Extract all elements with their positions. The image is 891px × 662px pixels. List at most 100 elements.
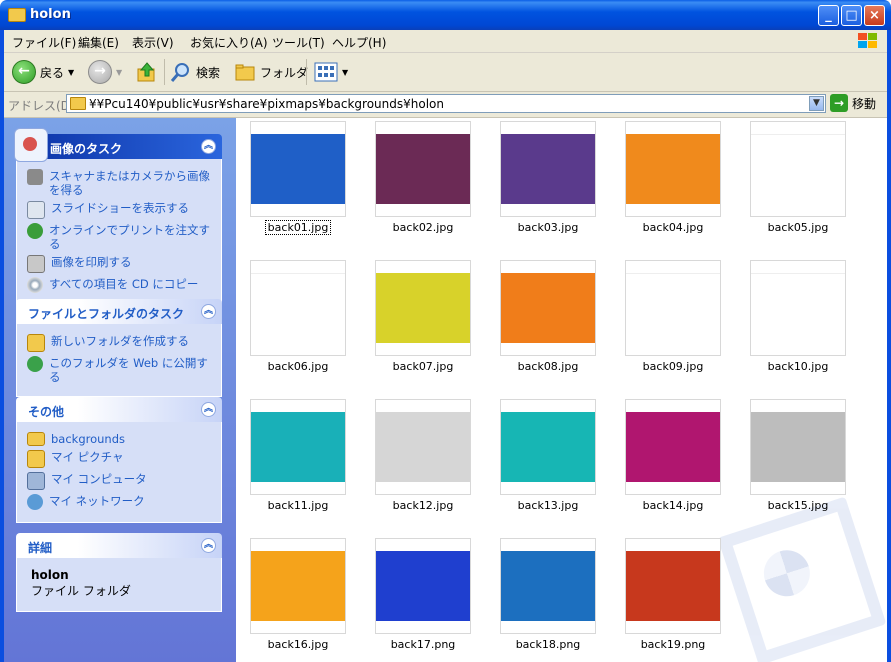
thumbnail-image <box>626 412 720 482</box>
file-thumbnail[interactable]: back02.jpg <box>363 121 483 234</box>
other-places-body: backgrounds マイ ピクチャ マイ コンピュータ マイ ネットワーク <box>16 422 222 523</box>
file-thumbnail[interactable]: back13.jpg <box>488 399 608 512</box>
thumbnail-image <box>501 551 595 621</box>
place-backgrounds[interactable]: backgrounds <box>27 432 211 446</box>
image-tasks-title: 画像のタスク <box>50 142 123 156</box>
file-tasks-header[interactable]: ファイルとフォルダのタスク ︽ <box>16 299 222 324</box>
my-computer-icon <box>27 472 45 490</box>
file-thumbnail[interactable]: back16.jpg <box>238 538 358 651</box>
thumbnail-frame[interactable] <box>625 538 721 634</box>
thumbnail-frame[interactable] <box>500 399 596 495</box>
menu-view[interactable]: 表示(V) <box>132 34 174 51</box>
file-thumbnail[interactable]: back17.png <box>363 538 483 651</box>
thumbnail-image <box>626 273 720 344</box>
views-button[interactable]: ▼ <box>314 60 348 84</box>
forward-button[interactable]: → ▼ <box>88 60 122 84</box>
menu-favorites[interactable]: お気に入り(A) <box>190 34 268 51</box>
collapse-icon[interactable]: ︽ <box>201 538 216 553</box>
task-new-folder[interactable]: 新しいフォルダを作成する <box>27 334 211 352</box>
task-copy-to-cd[interactable]: すべての項目を CD にコピー <box>27 277 211 293</box>
thumbnail-frame[interactable] <box>625 121 721 217</box>
file-thumbnail[interactable]: back11.jpg <box>238 399 358 512</box>
file-thumbnail[interactable]: back08.jpg <box>488 260 608 373</box>
task-get-from-camera[interactable]: スキャナまたはカメラから画像を得る <box>27 169 211 197</box>
task-label: スライドショーを表示する <box>51 201 189 215</box>
thumbnail-frame[interactable] <box>375 538 471 634</box>
go-button[interactable]: → 移動 <box>830 94 876 112</box>
address-label: アドレス(D) <box>8 99 75 113</box>
up-folder-button[interactable] <box>136 60 158 84</box>
file-thumbnail[interactable]: back07.jpg <box>363 260 483 373</box>
task-print-images[interactable]: 画像を印刷する <box>27 255 211 273</box>
minimize-button[interactable]: _ <box>818 5 839 26</box>
file-thumbnail[interactable]: back18.png <box>488 538 608 651</box>
menu-help[interactable]: ヘルプ(H) <box>332 34 386 51</box>
other-places-header[interactable]: その他 ︽ <box>16 397 222 422</box>
address-input[interactable]: ¥¥Pcu140¥public¥usr¥share¥pixmaps¥backgr… <box>66 94 826 113</box>
file-view[interactable]: back01.jpg back02.jpg back03.jpg back04.jpg… <box>236 118 887 662</box>
task-slideshow[interactable]: スライドショーを表示する <box>27 201 211 219</box>
printer-icon <box>27 255 45 273</box>
place-my-network[interactable]: マイ ネットワーク <box>27 494 211 510</box>
slideshow-icon <box>27 201 45 219</box>
thumbnail-image <box>751 273 845 344</box>
back-button[interactable]: ← 戻る ▼ <box>12 60 74 84</box>
folders-button[interactable]: フォルダ <box>234 60 308 84</box>
address-path[interactable]: ¥¥Pcu140¥public¥usr¥share¥pixmaps¥backgr… <box>89 97 444 111</box>
thumbnail-frame[interactable] <box>750 121 846 217</box>
thumbnail-frame[interactable] <box>625 260 721 356</box>
thumbnail-image <box>501 273 595 343</box>
thumbnail-frame[interactable] <box>750 260 846 356</box>
thumbnail-frame[interactable] <box>250 121 346 217</box>
thumbnail-frame[interactable] <box>250 260 346 356</box>
file-thumbnail[interactable]: back15.jpg <box>738 399 858 512</box>
file-thumbnail[interactable]: back14.jpg <box>613 399 733 512</box>
details-header[interactable]: 詳細 ︽ <box>16 533 222 558</box>
task-label: スキャナまたはカメラから画像を得る <box>49 169 210 197</box>
thumbnail-frame[interactable] <box>500 260 596 356</box>
menu-file[interactable]: ファイル(F) <box>12 34 76 51</box>
thumbnail-frame[interactable] <box>250 538 346 634</box>
close-button[interactable]: × <box>864 5 885 26</box>
file-thumbnail[interactable]: back05.jpg <box>738 121 858 234</box>
thumbnail-frame[interactable] <box>500 538 596 634</box>
thumbnail-frame[interactable] <box>250 399 346 495</box>
image-tasks-icon <box>14 128 48 162</box>
title-bar[interactable]: holon _ □ × <box>0 0 891 30</box>
maximize-button[interactable]: □ <box>841 5 862 26</box>
collapse-icon[interactable]: ︽ <box>201 402 216 417</box>
file-thumbnail[interactable]: back06.jpg <box>238 260 358 373</box>
file-thumbnail[interactable]: back04.jpg <box>613 121 733 234</box>
place-label: マイ ネットワーク <box>49 494 145 508</box>
image-tasks-header[interactable]: 画像のタスク ︽ <box>14 128 222 162</box>
menu-tools[interactable]: ツール(T) <box>272 34 325 51</box>
collapse-icon[interactable]: ︽ <box>201 139 216 154</box>
menu-edit[interactable]: 編集(E) <box>78 34 119 51</box>
thumbnail-frame[interactable] <box>750 399 846 495</box>
thumbnail-frame[interactable] <box>375 121 471 217</box>
task-publish-web[interactable]: このフォルダを Web に公開する <box>27 356 211 384</box>
thumbnail-frame[interactable] <box>375 399 471 495</box>
search-button[interactable]: 検索 <box>170 60 220 84</box>
file-thumbnail[interactable]: back09.jpg <box>613 260 733 373</box>
place-my-pictures[interactable]: マイ ピクチャ <box>27 450 211 468</box>
folder-icon <box>70 97 86 110</box>
address-dropdown-icon[interactable]: ▼ <box>809 96 824 111</box>
file-thumbnail[interactable]: back01.jpg <box>238 121 358 235</box>
file-thumbnail[interactable]: back10.jpg <box>738 260 858 373</box>
thumbnail-frame[interactable] <box>500 121 596 217</box>
folder-icon <box>8 8 26 22</box>
back-dropdown-icon[interactable]: ▼ <box>68 68 74 77</box>
file-thumbnail[interactable]: back03.jpg <box>488 121 608 234</box>
place-my-computer[interactable]: マイ コンピュータ <box>27 472 211 490</box>
file-thumbnail[interactable]: back19.png <box>613 538 733 651</box>
forward-dropdown-icon[interactable]: ▼ <box>116 68 122 77</box>
thumbnail-frame[interactable] <box>375 260 471 356</box>
window-title: holon <box>30 7 71 22</box>
file-thumbnail[interactable]: back12.jpg <box>363 399 483 512</box>
task-order-prints[interactable]: オンラインでプリントを注文する <box>27 223 211 251</box>
views-dropdown-icon[interactable]: ▼ <box>342 68 348 77</box>
file-name-label: back16.jpg <box>267 638 329 651</box>
collapse-icon[interactable]: ︽ <box>201 304 216 319</box>
thumbnail-frame[interactable] <box>625 399 721 495</box>
